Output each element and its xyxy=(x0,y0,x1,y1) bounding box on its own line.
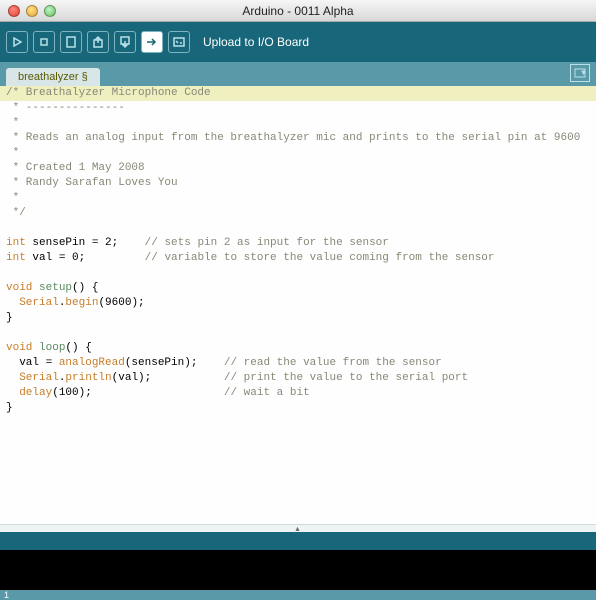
code-line: * Reads an analog input from the breatha… xyxy=(0,131,596,146)
stop-button[interactable] xyxy=(33,31,55,53)
window-controls xyxy=(0,5,56,17)
code-line: } xyxy=(0,401,596,416)
tab-menu-button[interactable] xyxy=(570,64,590,82)
code-line: */ xyxy=(0,206,596,221)
titlebar: Arduino - 0011 Alpha xyxy=(0,0,596,22)
divider-grip-icon: ▴ xyxy=(295,524,300,533)
console-output[interactable] xyxy=(0,550,596,590)
code-line: /* Breathalyzer Microphone Code xyxy=(0,86,596,101)
code-line xyxy=(0,326,596,341)
code-line: Serial.println(val); // print the value … xyxy=(0,371,596,386)
minimize-window-button[interactable] xyxy=(26,5,38,17)
verify-button[interactable] xyxy=(6,31,28,53)
tab-bar: breathalyzer § xyxy=(0,62,596,86)
toolbar: Upload to I/O Board xyxy=(0,22,596,62)
toolbar-group-file xyxy=(60,31,190,53)
code-line: * xyxy=(0,146,596,161)
code-line xyxy=(0,221,596,236)
close-window-button[interactable] xyxy=(8,5,20,17)
code-line: * Randy Sarafan Loves You xyxy=(0,176,596,191)
code-line: * Created 1 May 2008 xyxy=(0,161,596,176)
code-line: void setup() { xyxy=(0,281,596,296)
tab-breathalyzer[interactable]: breathalyzer § xyxy=(6,68,100,86)
code-line: } xyxy=(0,311,596,326)
toolbar-group-run xyxy=(6,31,55,53)
serial-monitor-button[interactable] xyxy=(168,31,190,53)
code-editor[interactable]: /* Breathalyzer Microphone Code * ------… xyxy=(0,86,596,524)
pane-divider[interactable]: ▴ xyxy=(0,524,596,532)
footer-bar: 1 xyxy=(0,590,596,600)
toolbar-hint: Upload to I/O Board xyxy=(203,35,309,49)
code-line: * xyxy=(0,116,596,131)
zoom-window-button[interactable] xyxy=(44,5,56,17)
code-line xyxy=(0,266,596,281)
code-line: * xyxy=(0,191,596,206)
code-line: * --------------- xyxy=(0,101,596,116)
code-line: void loop() { xyxy=(0,341,596,356)
window-title: Arduino - 0011 Alpha xyxy=(0,4,596,18)
code-line: int sensePin = 2; // sets pin 2 as input… xyxy=(0,236,596,251)
upload-button[interactable] xyxy=(141,31,163,53)
code-line: val = analogRead(sensePin); // read the … xyxy=(0,356,596,371)
code-line: delay(100); // wait a bit xyxy=(0,386,596,401)
new-button[interactable] xyxy=(60,31,82,53)
line-number-indicator: 1 xyxy=(4,590,9,600)
save-button[interactable] xyxy=(114,31,136,53)
open-button[interactable] xyxy=(87,31,109,53)
status-bar xyxy=(0,532,596,550)
code-line: Serial.begin(9600); xyxy=(0,296,596,311)
code-line: int val = 0; // variable to store the va… xyxy=(0,251,596,266)
